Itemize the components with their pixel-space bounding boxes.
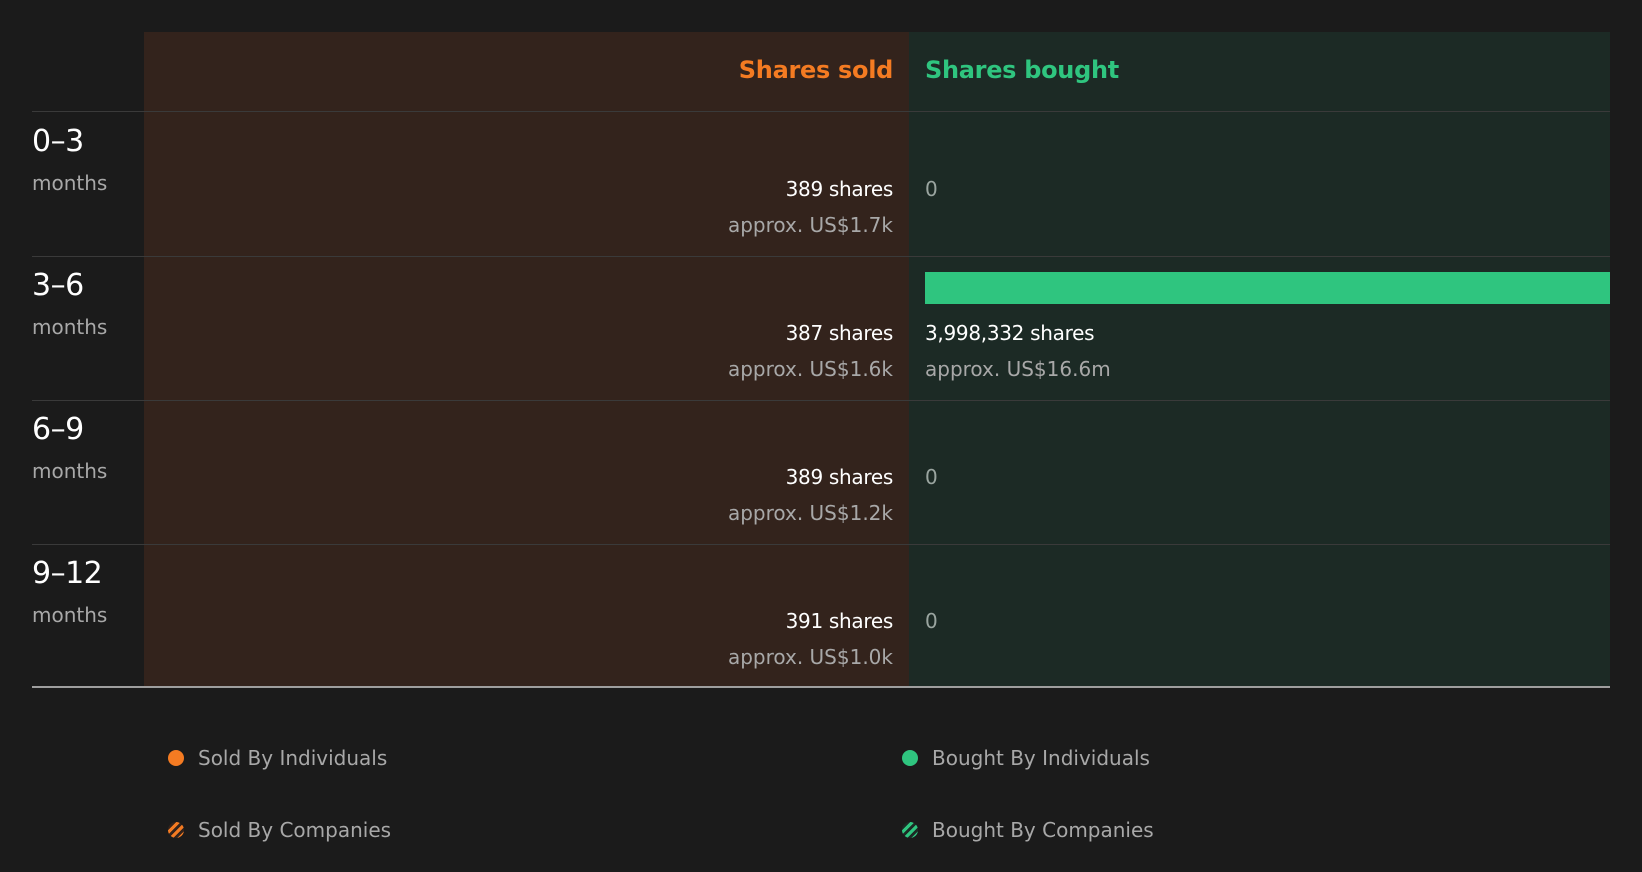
period-row-9-12: 9–12 months 391 shares approx. US$1.0k 0 (0, 544, 1642, 688)
legend-sold-individuals[interactable]: Sold By Individuals (168, 746, 387, 770)
bought-bar[interactable] (925, 272, 1610, 304)
insider-trading-chart: Shares sold Shares bought 0–3 months 389… (0, 0, 1642, 872)
period-label: 3–6 (32, 268, 84, 303)
shares-sold-header: Shares sold (738, 56, 894, 84)
sold-value-label: approx. US$1.0k (727, 645, 893, 669)
period-unit: months (32, 603, 108, 627)
orange-striped-dot-icon (168, 822, 184, 838)
period-label: 6–9 (32, 412, 84, 447)
bought-shares-label: 0 (925, 609, 938, 633)
sold-shares-label: 387 shares (785, 321, 894, 345)
period-row-0-3: 0–3 months 389 shares approx. US$1.7k 0 (0, 112, 1642, 256)
legend-label: Bought By Individuals (932, 746, 1150, 770)
legend-label: Sold By Companies (198, 818, 392, 842)
sold-shares-label: 389 shares (785, 177, 894, 201)
period-unit: months (32, 459, 108, 483)
bought-shares-label: 0 (925, 177, 938, 201)
bought-value-label: approx. US$16.6m (925, 357, 1111, 381)
chart-legend: Sold By Individuals Bought By Individual… (0, 730, 1642, 860)
shares-bought-header: Shares bought (925, 56, 1119, 84)
legend-bought-individuals[interactable]: Bought By Individuals (902, 746, 1150, 770)
chart-baseline (32, 686, 1610, 688)
sold-value-label: approx. US$1.7k (727, 213, 893, 237)
sold-shares-label: 389 shares (785, 465, 894, 489)
orange-dot-icon (168, 750, 184, 766)
sold-value-label: approx. US$1.2k (727, 501, 893, 525)
period-label: 0–3 (32, 124, 84, 159)
period-row-3-6: 3–6 months 387 shares approx. US$1.6k 3,… (0, 256, 1642, 400)
bought-shares-label: 3,998,332 shares (925, 321, 1095, 345)
legend-bought-companies[interactable]: Bought By Companies (902, 818, 1154, 842)
bought-shares-label: 0 (925, 465, 938, 489)
sold-value-label: approx. US$1.6k (727, 357, 893, 381)
green-striped-dot-icon (902, 822, 918, 838)
period-unit: months (32, 171, 108, 195)
legend-label: Bought By Companies (932, 818, 1154, 842)
legend-sold-companies[interactable]: Sold By Companies (168, 818, 391, 842)
period-label: 9–12 (32, 556, 103, 591)
period-unit: months (32, 315, 108, 339)
period-row-6-9: 6–9 months 389 shares approx. US$1.2k 0 (0, 400, 1642, 544)
sold-shares-label: 391 shares (785, 609, 894, 633)
green-dot-icon (902, 750, 918, 766)
legend-label: Sold By Individuals (198, 746, 388, 770)
